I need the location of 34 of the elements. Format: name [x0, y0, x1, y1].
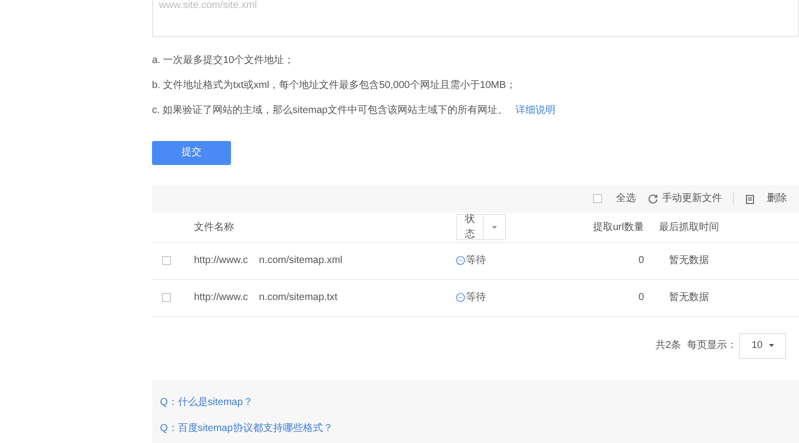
pending-icon: [456, 256, 465, 265]
url-count: 0: [637, 254, 644, 268]
last-crawl-time: 暂无数据: [668, 290, 710, 305]
caret-icon: [492, 226, 497, 228]
select-all-label[interactable]: 全选: [616, 191, 636, 206]
faq-link[interactable]: Q：百度sitemap协议都支持哪些格式？: [160, 422, 333, 436]
refresh-icon: [648, 194, 658, 204]
column-header: 提取url数量: [592, 220, 644, 234]
checkbox[interactable]: [593, 194, 602, 203]
instruction-text: c. 如果验证了网站的主域，那么sitemap文件中可包含该网站主域下的所有网址。 详细说明: [152, 104, 557, 118]
status-text: 等待: [466, 290, 486, 305]
instruction-text: a. 一次最多提交10个文件地址；: [152, 54, 296, 68]
file-url: http://www.c n.com/sitemap.xml: [194, 254, 344, 268]
caret-icon: [768, 344, 774, 347]
pending-icon: [456, 293, 465, 302]
per-page-select[interactable]: 10: [739, 332, 786, 358]
refresh-button[interactable]: 手动更新文件: [662, 191, 722, 206]
file-url: http://www.c n.com/sitemap.txt: [194, 291, 338, 305]
per-page-label: 每页显示：: [687, 339, 737, 353]
url-count: 0: [637, 291, 644, 305]
last-crawl-time: 暂无数据: [668, 254, 710, 268]
instruction-text: b. 文件地址格式为txt或xml，每个地址文件最多包含50,000个网址且需小于10MB；: [152, 79, 517, 93]
status-text: 等待: [466, 254, 486, 268]
delete-button[interactable]: 删除: [767, 191, 787, 206]
url-input[interactable]: www.site.com/site.xml: [159, 0, 792, 12]
column-header: 文件名称: [194, 220, 235, 234]
total-count: 共2条: [655, 338, 681, 353]
url-textarea[interactable]: www.site.com/site.xml: [152, 0, 799, 37]
details-link[interactable]: 详细说明: [516, 105, 556, 116]
faq-link[interactable]: Q：什么是sitemap？: [160, 396, 253, 410]
status-filter[interactable]: 状态: [456, 214, 506, 240]
checkbox[interactable]: [162, 293, 171, 302]
column-header: 最后抓取时间: [658, 220, 720, 234]
checkbox[interactable]: [162, 256, 171, 265]
